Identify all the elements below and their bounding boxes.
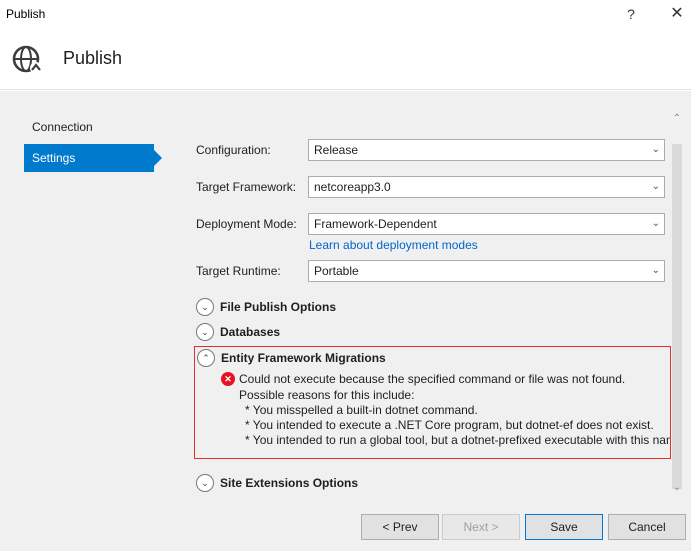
save-button[interactable]: Save	[525, 514, 603, 540]
configuration-label: Configuration:	[196, 143, 271, 157]
error-reason: * You intended to execute a .NET Core pr…	[245, 418, 654, 432]
target-framework-value: netcoreapp3.0	[314, 180, 391, 194]
scroll-down-icon[interactable]: ⌄	[669, 480, 685, 496]
page-title: Publish	[63, 48, 123, 68]
prev-button[interactable]: < Prev	[361, 514, 439, 540]
chevron-down-icon[interactable]: ⌄	[196, 323, 214, 341]
title-bar: Publish ? ✕	[0, 0, 691, 30]
error-reasons-heading: Possible reasons for this include:	[239, 388, 415, 402]
dialog-header: Publish	[0, 30, 691, 90]
deployment-modes-link[interactable]: Learn about deployment modes	[309, 238, 478, 252]
vertical-scrollbar[interactable]: ⌃ ⌄	[669, 111, 685, 496]
deployment-mode-value: Framework-Dependent	[314, 217, 437, 231]
error-message: Could not execute because the specified …	[239, 372, 626, 386]
error-icon: ✕	[221, 372, 235, 386]
chevron-up-icon[interactable]: ⌃	[197, 349, 215, 367]
chevron-down-icon: ⌄	[651, 144, 660, 155]
nav-item-settings[interactable]: Settings	[24, 144, 162, 172]
scroll-thumb[interactable]	[672, 144, 682, 489]
configuration-value: Release	[314, 143, 359, 157]
content-area: Connection Settings ⌃ ⌄ Configuration: R…	[0, 91, 691, 551]
configuration-select[interactable]: Release ⌄	[308, 139, 665, 161]
target-runtime-label: Target Runtime:	[196, 264, 281, 278]
chevron-down-icon: ⌄	[651, 265, 660, 276]
target-runtime-value: Portable	[314, 264, 359, 278]
chevron-down-icon: ⌄	[651, 181, 660, 192]
target-framework-select[interactable]: netcoreapp3.0 ⌄	[308, 176, 665, 198]
section-title: File Publish Options	[220, 300, 337, 314]
chevron-down-icon[interactable]: ⌄	[196, 474, 214, 492]
section-title: Entity Framework Migrations	[221, 351, 386, 365]
deployment-mode-label: Deployment Mode:	[196, 217, 297, 231]
help-icon[interactable]: ?	[616, 2, 646, 26]
cancel-button[interactable]: Cancel	[608, 514, 686, 540]
chevron-down-icon: ⌄	[651, 218, 660, 229]
chevron-down-icon[interactable]: ⌄	[196, 298, 214, 316]
deployment-mode-select[interactable]: Framework-Dependent ⌄	[308, 213, 665, 235]
ef-migrations-section: ⌃ Entity Framework Migrations ✕ Could no…	[194, 346, 671, 459]
error-reason: * You misspelled a built-in dotnet comma…	[245, 403, 478, 417]
target-runtime-select[interactable]: Portable ⌄	[308, 260, 665, 282]
section-title: Databases	[220, 325, 281, 339]
window-title: Publish	[6, 7, 46, 21]
section-title: Site Extensions Options	[220, 476, 359, 490]
scroll-up-icon[interactable]: ⌃	[669, 111, 685, 127]
globe-publish-icon	[12, 45, 42, 74]
close-icon[interactable]: ✕	[662, 2, 691, 26]
target-framework-label: Target Framework:	[196, 180, 297, 194]
nav-item-connection[interactable]: Connection	[24, 113, 154, 141]
error-reason: * You intended to run a global tool, but…	[245, 433, 670, 447]
next-button[interactable]: Next >	[442, 514, 520, 540]
